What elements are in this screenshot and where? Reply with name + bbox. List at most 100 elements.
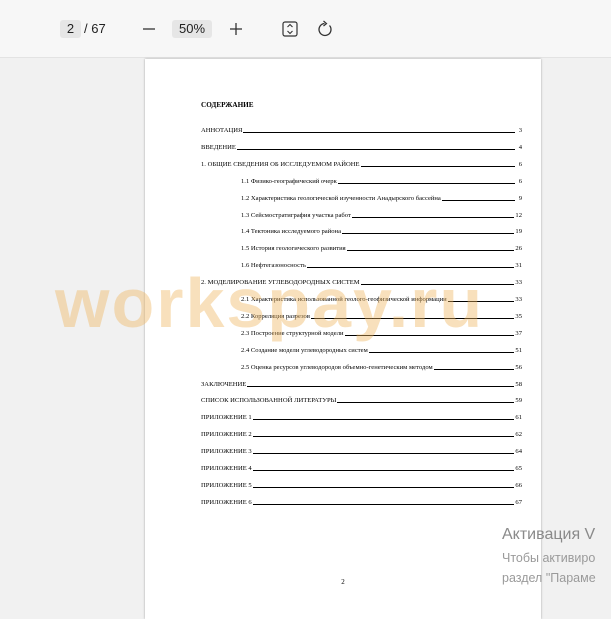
toc-entry[interactable]: ПРИЛОЖЕНИЕ 1 61 (201, 412, 522, 422)
toc-entry[interactable]: 1.2 Характеристика геологической изученн… (241, 193, 522, 203)
activation-line-1: Чтобы активиро (502, 551, 596, 565)
toc-leader-line (247, 385, 515, 387)
toc-leader-line (306, 267, 515, 269)
toc-leader-line (360, 284, 515, 286)
toc-entry-page: 59 (515, 397, 522, 405)
toc-entry[interactable]: ПРИЛОЖЕНИЕ 3 64 (201, 446, 522, 456)
toc-entry[interactable]: ЗАКЛЮЧЕНИЕ 58 (201, 379, 522, 389)
toc-entry[interactable]: 2.4 Создание модели углеводородных систе… (241, 345, 522, 355)
toc-entry-page: 66 (515, 481, 522, 489)
toc-entry-label: 1.3 Сейсмостратиграфия участка работ (241, 211, 351, 219)
toc-entry-page: 64 (515, 448, 522, 456)
toc-entry[interactable]: ПРИЛОЖЕНИЕ 6 67 (201, 497, 522, 507)
total-pages-label: / 67 (84, 21, 106, 36)
toc-leader-line (441, 199, 515, 201)
toc-entry-page: 12 (515, 211, 522, 219)
toc-entry-label: 2.2 Корреляция разрезов (241, 312, 310, 320)
toc-leader-line (252, 436, 515, 438)
toc-entry[interactable]: 2.5 Оценка ресурсов углеводородов объемн… (241, 362, 522, 372)
toc-entry-page: 67 (515, 498, 522, 506)
toc-leader-line (447, 301, 515, 302)
toc-entry-page: 3 (518, 127, 522, 134)
toc-entry-label: 1.6 Нефтегазоносность (241, 262, 306, 270)
toc-entry-label: 1.5 История геологического развития (241, 245, 346, 253)
toc-leader-line (360, 165, 515, 167)
toc-entry[interactable]: ПРИЛОЖЕНИЕ 2 62 (201, 429, 522, 439)
toc-entry-page: 4 (518, 143, 522, 151)
toc-entry-page: 61 (515, 414, 522, 422)
toc-entry-page: 9 (518, 194, 522, 202)
toc-entry[interactable]: 1.3 Сейсмостратиграфия участка работ 12 (241, 210, 522, 220)
toc-entry[interactable]: ПРИЛОЖЕНИЕ 4 65 (201, 463, 522, 473)
toc-entry-label: ЗАКЛЮЧЕНИЕ (201, 380, 247, 388)
toc-entry[interactable]: ПРИЛОЖЕНИЕ 5 66 (201, 480, 522, 490)
toc-entry-page: 33 (515, 279, 522, 287)
toc-leader-line (368, 351, 515, 353)
toc-entry-label: 2. МОДЕЛИРОВАНИЕ УГЛЕВОДОРОДНЫХ СИСТЕМ (201, 279, 360, 287)
plus-icon (230, 23, 242, 35)
pdf-toolbar: 2 / 67 50% (0, 0, 611, 58)
minus-icon (143, 28, 155, 30)
toc-leader-line (252, 503, 515, 505)
toc-entry-label: СПИСОК ИСПОЛЬЗОВАННОЙ ЛИТЕРАТУРЫ (201, 397, 337, 405)
toc-entry[interactable]: 1.5 История геологического развития 26 (241, 243, 522, 253)
toc-entry[interactable]: СПИСОК ИСПОЛЬЗОВАННОЙ ЛИТЕРАТУРЫ 59 (201, 395, 522, 405)
current-page-input[interactable]: 2 (60, 20, 81, 38)
toc-entry[interactable]: 2.3 Построение структурной модели 37 (241, 328, 522, 338)
toc-entry-label: ПРИЛОЖЕНИЕ 3 (201, 448, 252, 456)
zoom-out-button[interactable] (136, 16, 162, 42)
toc-leader-line (344, 334, 515, 336)
toc-entry-label: ПРИЛОЖЕНИЕ 4 (201, 465, 252, 472)
toc-entry[interactable]: АННОТАЦИЯ 3 (201, 125, 522, 135)
zoom-level-input[interactable]: 50% (172, 20, 212, 38)
toc-entry[interactable]: ВВЕДЕНИЕ 4 (201, 142, 522, 152)
toc-entry[interactable]: 1. ОБЩИЕ СВЕДЕНИЯ ОБ ИССЛЕДУЕМОМ РАЙОНЕ 6 (201, 159, 522, 169)
page-number: 2 (341, 578, 345, 586)
toc-entry[interactable]: 1.6 Нефтегазоносность 31 (241, 260, 522, 270)
toc-leader-line (252, 486, 515, 488)
toc-entry[interactable]: 2.2 Корреляция разрезов 35 (241, 311, 522, 321)
toc-entry-page: 26 (515, 245, 522, 253)
activation-line-2: раздел "Параме (502, 571, 596, 585)
fit-page-icon (282, 21, 298, 37)
activation-title: Активация V (502, 526, 596, 543)
toc-leader-line (433, 368, 515, 370)
toc-leader-line (346, 250, 515, 252)
toc-entry-label: 2.4 Создание модели углеводородных систе… (241, 346, 368, 354)
toc-entry[interactable]: 1.4 Тектоника исследуемого района 19 (241, 226, 522, 236)
toc-title: СОДЕРЖАНИЕ (201, 101, 254, 109)
toc-entry-label: ПРИЛОЖЕНИЕ 5 (201, 481, 252, 489)
toc-entry-page: 6 (518, 160, 522, 168)
toc-entry-label: ВВЕДЕНИЕ (201, 143, 236, 151)
toc-entry-page: 58 (515, 380, 522, 388)
toc-entry-page: 19 (515, 228, 522, 236)
toc-entry-page: 35 (515, 312, 522, 320)
toc-leader-line (243, 132, 515, 133)
toc-entry-label: 2.3 Построение структурной модели (241, 329, 344, 337)
toc-leader-line (337, 402, 515, 404)
toc-entry-page: 65 (515, 465, 522, 472)
toc-entry-label: ПРИЛОЖЕНИЕ 1 (201, 414, 252, 422)
toc-entry-page: 33 (515, 296, 522, 303)
toc-entry[interactable]: 2.1 Характеристика использованной геолог… (241, 294, 522, 304)
toc-entry-label: 1.1 Физико-географический очерк (241, 177, 337, 185)
rotate-button[interactable] (312, 16, 338, 42)
toc-leader-line (351, 216, 515, 218)
toc-entry-label: 1. ОБЩИЕ СВЕДЕНИЯ ОБ ИССЛЕДУЕМОМ РАЙОНЕ (201, 160, 360, 168)
rotate-icon (318, 20, 332, 37)
toc-leader-line (310, 317, 515, 319)
zoom-in-button[interactable] (223, 16, 249, 42)
toc-entry-label: ПРИЛОЖЕНИЕ 6 (201, 498, 252, 506)
fit-page-button[interactable] (277, 16, 303, 42)
toc-entry-page: 56 (515, 363, 522, 371)
toc-entry[interactable]: 2. МОДЕЛИРОВАНИЕ УГЛЕВОДОРОДНЫХ СИСТЕМ 33 (201, 277, 522, 287)
toc-entry[interactable]: 1.1 Физико-географический очерк 6 (241, 176, 522, 186)
toc-leader-line (337, 182, 515, 184)
toc-entry-page: 37 (515, 329, 522, 337)
toc-leader-line (252, 419, 515, 421)
toc-leader-line (236, 148, 515, 150)
toc-leader-line (252, 470, 515, 471)
toc-entry-label: ПРИЛОЖЕНИЕ 2 (201, 431, 252, 439)
toc-leader-line (342, 233, 515, 235)
toc-entry-page: 51 (515, 346, 522, 354)
